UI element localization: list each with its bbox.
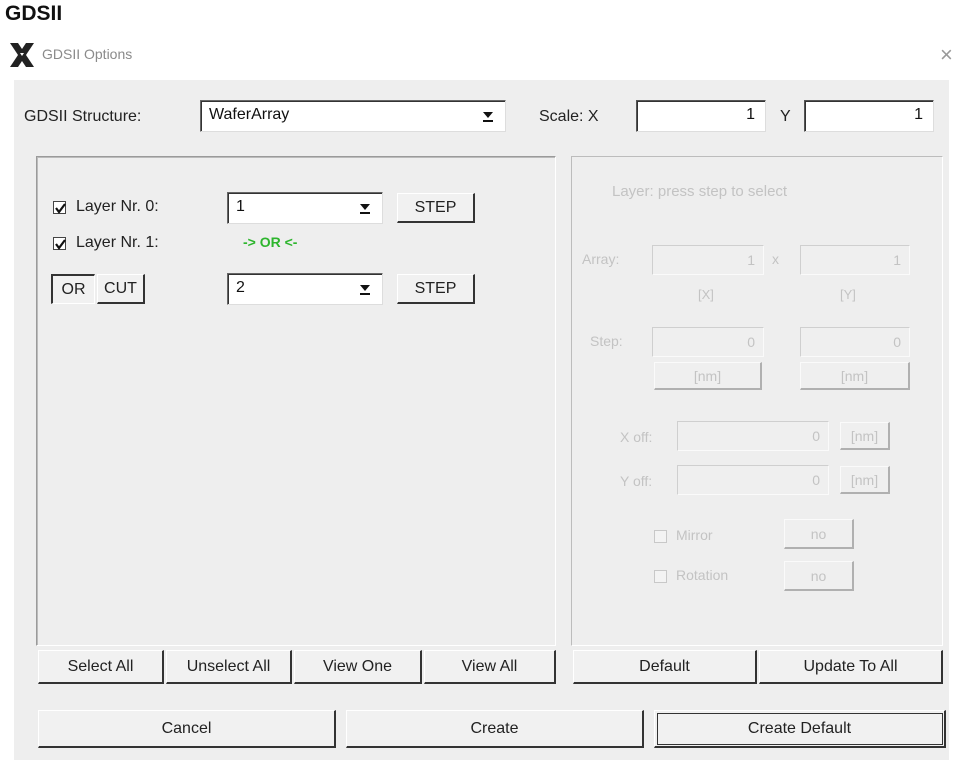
array-y-unit: [Y] [840, 287, 856, 302]
array-separator: x [772, 251, 779, 267]
layer0-step-button[interactable]: STEP [397, 193, 475, 223]
layer1-label: Layer Nr. 1: [76, 234, 159, 251]
scale-y-label: Y [780, 108, 791, 125]
array-x-unit: [X] [698, 287, 714, 302]
gdsii-options-dialog: GDSII Structure: WaferArray Scale: X 1 Y… [14, 80, 949, 760]
scale-x-input[interactable]: 1 [636, 100, 766, 132]
page-heading: GDSII [5, 2, 63, 25]
scale-y-input[interactable]: 1 [804, 100, 934, 132]
update-to-all-label: Update To All [803, 658, 898, 675]
unselect-all-button[interactable]: Unselect All [166, 650, 292, 684]
mirror-checkbox[interactable] [654, 530, 667, 543]
default-label: Default [639, 658, 690, 675]
select-all-label: Select All [67, 658, 134, 675]
select-all-button[interactable]: Select All [38, 650, 164, 684]
layer1-value: 2 [236, 279, 245, 296]
x-app-icon [8, 42, 36, 68]
mirror-toggle-button[interactable]: no [784, 519, 854, 549]
xoff-label: X off: [620, 429, 653, 445]
window-titlebar: GDSII Options × [0, 36, 959, 74]
default-button[interactable]: Default [573, 650, 757, 684]
chevron-down-icon [356, 278, 374, 298]
cut-label: CUT [104, 280, 137, 297]
array-y-input[interactable]: 1 [800, 245, 910, 275]
array-label: Array: [582, 251, 620, 267]
layer1-step-label: STEP [414, 280, 457, 297]
yoff-input[interactable]: 0 [677, 465, 829, 495]
layer-settings-panel: Layer: press step to select Array: 1 x 1… [571, 156, 943, 646]
create-label: Create [470, 720, 519, 737]
layer0-step-label: STEP [414, 199, 457, 216]
layer0-value: 1 [236, 198, 245, 215]
cancel-label: Cancel [161, 720, 212, 737]
or-toggle-button[interactable]: OR [51, 274, 95, 304]
layers-panel: Layer Nr. 0: 1 STEP Layer Nr. 1: -> OR <… [36, 156, 556, 646]
create-button[interactable]: Create [346, 710, 644, 748]
close-icon[interactable]: × [940, 42, 953, 68]
update-to-all-button[interactable]: Update To All [759, 650, 943, 684]
layer0-select[interactable]: 1 [227, 192, 383, 224]
create-default-button[interactable]: Create Default [654, 710, 946, 748]
view-all-button[interactable]: View All [424, 650, 556, 684]
rotation-label: Rotation [676, 567, 729, 583]
layer0-checkbox[interactable] [53, 201, 66, 214]
step-y-input[interactable]: 0 [800, 327, 910, 357]
layer1-checkbox[interactable] [53, 237, 66, 250]
unselect-all-label: Unselect All [186, 658, 271, 675]
step-x-unit-button[interactable]: [nm] [654, 362, 762, 390]
yoff-label: Y off: [620, 473, 653, 489]
layer-operation-indicator: -> OR <- [243, 234, 298, 250]
step-y-unit-button[interactable]: [nm] [800, 362, 910, 390]
view-one-label: View One [322, 658, 393, 675]
layer1-step-button[interactable]: STEP [397, 274, 475, 304]
chevron-down-icon [356, 197, 374, 217]
window-title: GDSII Options [42, 46, 133, 62]
structure-select[interactable]: WaferArray [200, 100, 506, 132]
cut-toggle-button[interactable]: CUT [97, 274, 145, 304]
layer-hint-text: Layer: press step to select [612, 183, 788, 200]
view-all-label: View All [461, 658, 518, 675]
layer0-label: Layer Nr. 0: [76, 198, 159, 215]
step-x-input[interactable]: 0 [652, 327, 764, 357]
layer1-select[interactable]: 2 [227, 273, 383, 305]
rotation-checkbox[interactable] [654, 570, 667, 583]
step-label: Step: [590, 333, 623, 349]
or-label: OR [61, 281, 86, 298]
array-x-input[interactable]: 1 [652, 245, 764, 275]
yoff-unit-button[interactable]: [nm] [840, 466, 890, 494]
rotation-toggle-button[interactable]: no [784, 561, 854, 591]
create-default-label: Create Default [747, 720, 852, 737]
mirror-label: Mirror [676, 527, 713, 543]
scale-x-label: Scale: X [539, 108, 599, 125]
view-one-button[interactable]: View One [294, 650, 422, 684]
xoff-unit-button[interactable]: [nm] [840, 422, 890, 450]
structure-value: WaferArray [209, 106, 290, 123]
structure-label: GDSII Structure: [24, 108, 142, 125]
xoff-input[interactable]: 0 [677, 421, 829, 451]
chevron-down-icon [479, 105, 497, 125]
cancel-button[interactable]: Cancel [38, 710, 336, 748]
